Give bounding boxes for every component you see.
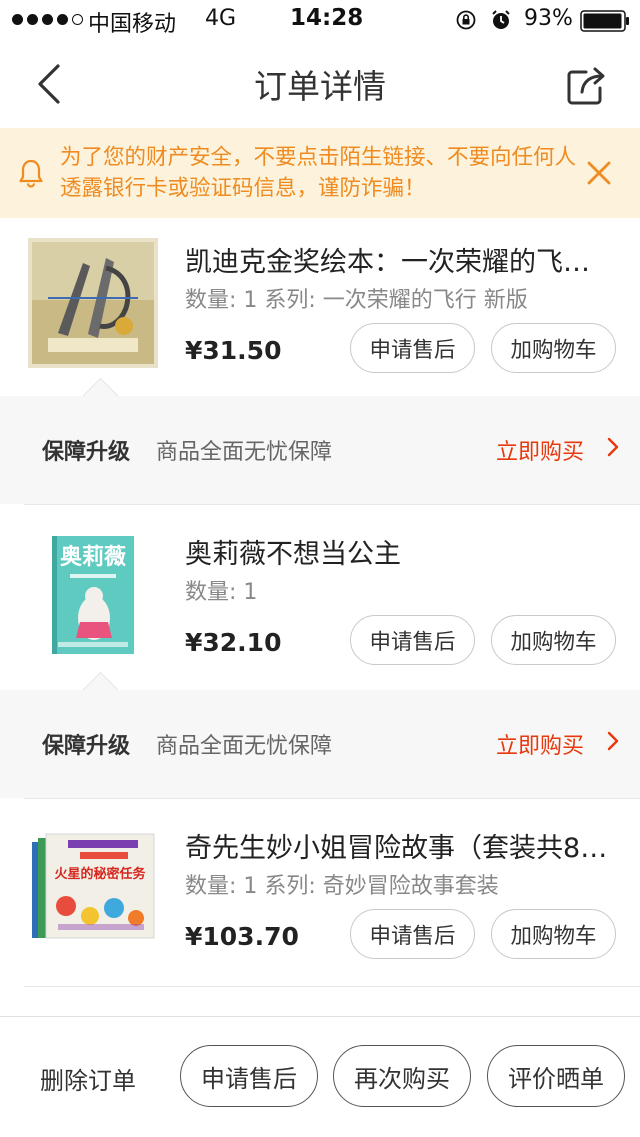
alarm-icon	[492, 10, 510, 29]
chevron-right-icon	[607, 437, 619, 457]
guarantee-description: 商品全面无忧保障	[156, 734, 333, 759]
battery-percent: 93%	[524, 6, 573, 31]
order-item[interactable]: 凯迪克金奖绘本：一次荣耀的飞行（精） 数量: 1 系列: 一次荣耀的飞行 新版 …	[0, 218, 640, 393]
after-sale-button[interactable]: 申请售后	[350, 909, 475, 959]
product-price: ¥103.70	[185, 922, 299, 951]
share-button[interactable]	[562, 62, 610, 110]
close-notice-button[interactable]	[584, 158, 614, 188]
status-time: 14:28	[290, 5, 364, 31]
divider	[24, 504, 640, 505]
guarantee-description: 商品全面无忧保障	[156, 440, 333, 465]
order-item[interactable]: 火星的秘密任务 奇先生妙小姐冒险故事（套装共8册） 数量: 1 系列: 奇妙冒险…	[0, 804, 640, 979]
product-title[interactable]: 凯迪克金奖绘本：一次荣耀的飞行（精）	[185, 240, 615, 279]
review-button[interactable]: 评价晒单	[487, 1045, 625, 1107]
chevron-right-icon	[607, 731, 619, 751]
buy-now-link[interactable]: 立即购买	[496, 728, 584, 760]
battery-icon	[580, 10, 629, 32]
guarantee-label: 保障升级	[42, 440, 131, 465]
product-cover-image[interactable]: 火星的秘密任务	[28, 824, 158, 954]
add-to-cart-button[interactable]: 加购物车	[491, 615, 616, 665]
divider	[24, 798, 640, 799]
divider	[24, 986, 640, 987]
buy-now-link[interactable]: 立即购买	[496, 434, 584, 466]
product-title[interactable]: 奥莉薇不想当公主	[185, 532, 615, 571]
guarantee-label: 保障升级	[42, 734, 131, 759]
product-title[interactable]: 奇先生妙小姐冒险故事（套装共8册）	[185, 826, 615, 865]
status-bar: 中国移动 4G 14:28 93%	[0, 0, 640, 40]
carrier-name: 中国移动	[88, 12, 177, 37]
guarantee-upgrade-row[interactable]: 保障升级 商品全面无忧保障 立即购买	[0, 377, 640, 504]
product-price: ¥31.50	[185, 336, 282, 365]
security-notice-banner: 为了您的财产安全，不要点击陌生链接、不要向任何人透露银行卡或验证码信息，谨防诈骗…	[0, 128, 640, 218]
svg-text:奥莉薇: 奥莉薇	[60, 544, 126, 570]
nav-bar: 订单详情	[0, 40, 640, 128]
product-price: ¥32.10	[185, 628, 282, 657]
network-type: 4G	[205, 6, 237, 31]
add-to-cart-button[interactable]: 加购物车	[491, 323, 616, 373]
add-to-cart-button[interactable]: 加购物车	[491, 909, 616, 959]
svg-text:火星的秘密任务: 火星的秘密任务	[54, 866, 146, 882]
product-meta: 数量: 1	[185, 580, 258, 605]
rotation-lock-icon	[456, 10, 476, 30]
apply-after-sale-button[interactable]: 申请售后	[180, 1045, 318, 1107]
product-cover-image[interactable]	[28, 238, 158, 368]
bell-icon	[19, 159, 43, 188]
notice-text: 为了您的财产安全，不要点击陌生链接、不要向任何人透露银行卡或验证码信息，谨防诈骗…	[60, 145, 577, 201]
after-sale-button[interactable]: 申请售后	[350, 615, 475, 665]
order-item[interactable]: 奥莉薇 奥莉薇不想当公主 数量: 1 ¥32.10 申请售后 加购物车	[0, 510, 640, 685]
signal-strength-icon	[12, 14, 83, 25]
product-meta: 数量: 1 系列: 奇妙冒险故事套装	[185, 874, 499, 899]
page-title: 订单详情	[254, 67, 386, 106]
after-sale-button[interactable]: 申请售后	[350, 323, 475, 373]
product-meta: 数量: 1 系列: 一次荣耀的飞行 新版	[185, 288, 528, 313]
guarantee-upgrade-row[interactable]: 保障升级 商品全面无忧保障 立即购买	[0, 671, 640, 798]
bottom-action-bar: 删除订单 申请售后 再次购买 评价晒单	[0, 1016, 640, 1137]
delete-order-button[interactable]: 删除订单	[40, 1061, 136, 1096]
buy-again-button[interactable]: 再次购买	[333, 1045, 471, 1107]
product-cover-image[interactable]: 奥莉薇	[28, 530, 158, 660]
